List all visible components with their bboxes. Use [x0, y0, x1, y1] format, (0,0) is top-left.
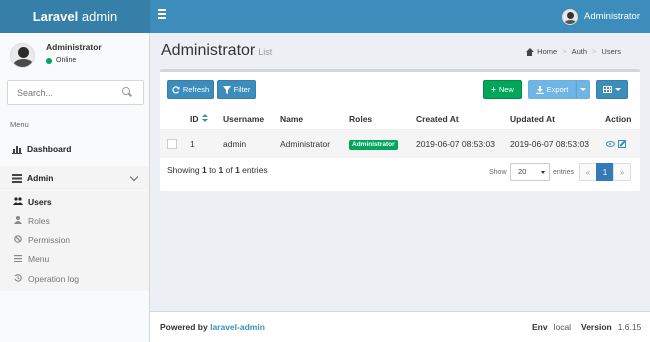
- cell-roles: Administrator: [349, 130, 398, 158]
- tasks-icon: [11, 173, 22, 183]
- main-footer: Powered by laravel-admin Env local Versio…: [150, 311, 650, 342]
- table-header: ID Username Name Roles Created At Update…: [160, 111, 640, 128]
- sidebar-item-menu[interactable]: Menu: [0, 249, 149, 269]
- refresh-icon: [172, 85, 180, 94]
- user-icon: [13, 216, 22, 226]
- cell-name: Administrator: [280, 139, 331, 149]
- users-icon: [13, 197, 23, 207]
- sidebar-item-roles[interactable]: Roles: [0, 211, 149, 231]
- grid-box: Refresh Filter + New Export ID Username …: [160, 69, 640, 191]
- prev-page-button[interactable]: «: [579, 163, 597, 181]
- new-button[interactable]: + New: [483, 80, 522, 99]
- export-button[interactable]: Export: [528, 80, 576, 99]
- plus-icon: +: [491, 85, 496, 94]
- col-updated-at: Updated At: [510, 114, 556, 124]
- sidebar-item-permission[interactable]: Permission: [0, 230, 149, 250]
- env-info: Env local: [532, 322, 572, 332]
- page-subtitle: List: [258, 47, 273, 57]
- col-id[interactable]: ID: [190, 111, 208, 128]
- sidebar-item-users[interactable]: Users: [0, 192, 149, 212]
- refresh-button[interactable]: Refresh: [167, 80, 214, 99]
- header-user-name: Administrator: [584, 11, 640, 22]
- caret-down-icon: [541, 171, 545, 174]
- page-1-button[interactable]: 1: [596, 163, 614, 181]
- col-name: Name: [280, 114, 304, 124]
- menu-header: Menu: [10, 120, 29, 129]
- edit-icon[interactable]: [618, 140, 626, 148]
- col-action: Action: [605, 114, 632, 124]
- eye-icon[interactable]: [606, 141, 615, 147]
- table-icon: [603, 86, 612, 93]
- breadcrumb-users: Users: [601, 47, 621, 56]
- powered-by: Powered by laravel-admin: [160, 322, 265, 332]
- cell-updated-at: 2019-06-07 08:53:03: [510, 139, 589, 149]
- showing-entries: Showing 1 to 1 of 1 entries: [167, 165, 268, 175]
- col-roles: Roles: [349, 114, 373, 124]
- export-dropdown-toggle[interactable]: [576, 80, 590, 99]
- page-title: Administrator List: [161, 42, 273, 59]
- filter-button[interactable]: Filter: [217, 80, 256, 99]
- row-checkbox[interactable]: [167, 139, 177, 149]
- cell-id: 1: [190, 139, 195, 149]
- breadcrumb: Home > Auth > Users: [525, 47, 621, 56]
- sidebar-item-dashboard[interactable]: Dashboard: [0, 137, 149, 161]
- sort-icon[interactable]: [201, 114, 208, 123]
- next-page-button[interactable]: »: [613, 163, 631, 181]
- sidebar-toggle-icon[interactable]: [158, 9, 170, 23]
- bar-chart-icon: [11, 145, 22, 154]
- search-input[interactable]: [8, 81, 118, 104]
- chevron-down-icon: [129, 172, 139, 182]
- per-page-select[interactable]: 20: [510, 163, 550, 181]
- user-menu[interactable]: Administrator: [562, 0, 640, 33]
- laravel-admin-link[interactable]: laravel-admin: [210, 322, 265, 332]
- pagination: « 1 »: [579, 163, 631, 181]
- sidebar-item-admin[interactable]: Admin: [0, 166, 149, 190]
- caret-down-icon: [580, 88, 586, 91]
- sidebar-search: [7, 80, 144, 105]
- version-info: Version 1.6.15: [581, 322, 642, 332]
- search-icon[interactable]: [122, 87, 132, 97]
- ban-icon: [13, 235, 22, 245]
- column-selector-button[interactable]: [596, 80, 628, 99]
- role-badge: Administrator: [349, 140, 398, 150]
- breadcrumb-home[interactable]: Home: [537, 47, 557, 56]
- show-label: Show: [489, 169, 507, 176]
- history-icon: [13, 274, 22, 284]
- entries-label: entries: [553, 169, 575, 176]
- col-created-at: Created At: [416, 114, 459, 124]
- online-dot-icon: [46, 57, 52, 64]
- grid-footer: Showing 1 to 1 of 1 entries Show 20 entr…: [160, 157, 640, 194]
- logo[interactable]: Laravel admin: [0, 0, 150, 33]
- online-status: Online: [46, 57, 76, 64]
- bars-icon: [13, 254, 22, 264]
- cell-created-at: 2019-06-07 08:53:03: [416, 139, 495, 149]
- filter-icon: [222, 85, 231, 94]
- main-header: Laravel admin Administrator: [0, 0, 650, 33]
- sidebar: Administrator Online Menu Dashboard Admi…: [0, 33, 150, 342]
- table-row: 1 admin Administrator Administrator 2019…: [160, 129, 640, 157]
- cell-username: admin: [223, 139, 247, 149]
- cell-actions: [606, 130, 626, 158]
- sidebar-user-name: Administrator: [46, 42, 102, 52]
- avatar: [562, 8, 579, 25]
- sidebar-item-operation-log[interactable]: Operation log: [0, 269, 149, 289]
- breadcrumb-auth[interactable]: Auth: [572, 47, 587, 56]
- download-icon: [535, 85, 544, 94]
- dashboard-icon: [525, 47, 535, 56]
- user-panel: Administrator Online: [0, 33, 149, 75]
- avatar: [10, 43, 35, 68]
- caret-down-icon: [615, 88, 621, 91]
- col-username: Username: [223, 114, 265, 124]
